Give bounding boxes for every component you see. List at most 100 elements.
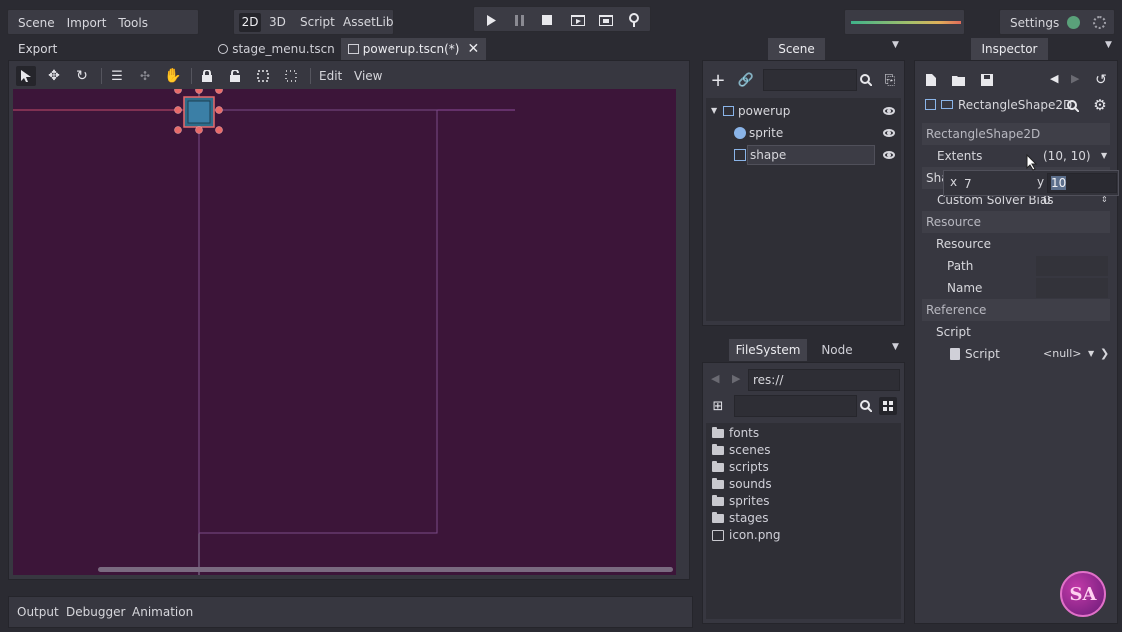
mode-2d-button[interactable]: 2D xyxy=(239,13,261,32)
extents-value[interactable]: (10, 10) xyxy=(1043,145,1091,167)
scene-filter-input[interactable] xyxy=(763,69,857,91)
file-item-stages[interactable]: stages xyxy=(706,510,901,527)
grid-view-icon[interactable] xyxy=(879,397,897,415)
unlock-icon[interactable] xyxy=(226,67,244,85)
audio-meter-bar xyxy=(851,21,961,24)
pan-mode-icon[interactable]: ✋ xyxy=(164,67,182,85)
menu-export[interactable]: Export xyxy=(12,36,63,62)
edit-menu[interactable]: Edit xyxy=(319,68,342,84)
back-arrow-icon[interactable]: ◀ xyxy=(711,372,719,385)
mode-assetlib-button[interactable]: AssetLib xyxy=(343,13,393,32)
stop-icon[interactable] xyxy=(538,11,556,29)
file-item-fonts[interactable]: fonts xyxy=(706,425,901,442)
chevron-down-icon[interactable]: ▼ xyxy=(1105,40,1112,50)
tab-powerup[interactable]: powerup.tscn(*) ✕ xyxy=(341,38,486,60)
move-mode-icon[interactable]: ✥ xyxy=(45,67,63,85)
search-icon[interactable] xyxy=(857,397,875,415)
file-filter-input[interactable] xyxy=(734,395,857,417)
play-icon[interactable] xyxy=(482,11,500,29)
file-item-scripts[interactable]: scripts xyxy=(706,459,901,476)
tree-item-powerup[interactable]: ▼ powerup xyxy=(706,100,901,122)
gear-icon[interactable]: ⚙ xyxy=(1091,96,1109,114)
section-reference[interactable]: Reference xyxy=(922,299,1110,321)
save-resource-icon[interactable] xyxy=(978,71,996,89)
file-item-icon-png[interactable]: icon.png xyxy=(706,527,901,544)
menu-tools[interactable]: Tools xyxy=(112,10,154,36)
visibility-icon[interactable] xyxy=(883,129,895,137)
section-rectangleshape2d[interactable]: RectangleShape2D xyxy=(922,123,1110,145)
path-value-field[interactable] xyxy=(1036,256,1108,276)
x-value-input[interactable]: 7 xyxy=(964,177,972,191)
view-menu[interactable]: View xyxy=(354,68,382,84)
visibility-icon[interactable] xyxy=(883,151,895,159)
ungroup-icon[interactable] xyxy=(282,67,300,85)
object-history-icon[interactable]: ↺ xyxy=(1092,71,1110,89)
visibility-icon[interactable] xyxy=(883,107,895,115)
tree-item-shape[interactable]: shape xyxy=(706,144,901,166)
history-forward-icon[interactable]: ▶ xyxy=(1071,72,1079,85)
file-item-sounds[interactable]: sounds xyxy=(706,476,901,493)
audio-meter xyxy=(844,9,965,35)
output-tab[interactable]: Output xyxy=(17,605,59,619)
pause-icon[interactable] xyxy=(510,11,528,29)
close-icon[interactable]: ✕ xyxy=(467,41,479,57)
file-item-scenes[interactable]: scenes xyxy=(706,442,901,459)
play-scene-icon[interactable] xyxy=(569,11,587,29)
tree-item-sprite[interactable]: sprite xyxy=(706,122,901,144)
collapse-arrow-icon[interactable]: ▼ xyxy=(711,100,717,122)
tab-filesystem[interactable]: FileSystem xyxy=(729,339,807,361)
property-path[interactable]: Path xyxy=(922,255,1110,277)
file-item-label: sounds xyxy=(729,477,772,491)
circle-icon xyxy=(218,44,229,54)
file-item-sprites[interactable]: sprites xyxy=(706,493,901,510)
lock-icon[interactable] xyxy=(198,67,216,85)
chevron-down-icon[interactable]: ▼ xyxy=(892,342,899,352)
mode-3d-button[interactable]: 3D xyxy=(269,13,286,32)
script-value[interactable]: <null> xyxy=(1043,343,1082,365)
scene-dock: + 🔗 ⎘ ▼ powerup sprite shape xyxy=(702,60,905,326)
section-resource[interactable]: Resource xyxy=(922,211,1110,233)
menu-import[interactable]: Import xyxy=(61,10,113,36)
tab-inspector[interactable]: Inspector xyxy=(971,38,1048,60)
property-name[interactable]: Name xyxy=(922,277,1110,299)
mode-script-button[interactable]: Script xyxy=(300,13,335,32)
dropdown-arrow-icon[interactable]: ▼ xyxy=(1101,145,1107,167)
tab-stage-menu[interactable]: stage_menu.tscn xyxy=(214,38,339,60)
debugger-tab[interactable]: Debugger xyxy=(66,605,125,619)
select-mode-icon[interactable] xyxy=(16,66,36,86)
name-value-field[interactable] xyxy=(1036,278,1108,298)
horizontal-scrollbar[interactable] xyxy=(98,567,673,572)
property-script[interactable]: Script <null> ▼ ❯ xyxy=(922,343,1110,365)
group-icon[interactable] xyxy=(254,67,272,85)
rotate-mode-icon[interactable]: ↻ xyxy=(73,67,91,85)
link-icon[interactable]: 🔗 xyxy=(737,71,755,89)
tree-view-icon[interactable]: ⊞ xyxy=(709,397,727,415)
load-resource-icon[interactable] xyxy=(950,71,968,89)
settings-button[interactable]: Settings xyxy=(1010,14,1059,32)
y-value-input[interactable]: 10 xyxy=(1047,173,1117,193)
search-icon[interactable] xyxy=(1064,97,1082,115)
history-back-icon[interactable]: ◀ xyxy=(1050,72,1058,85)
tab-scene[interactable]: Scene xyxy=(768,38,825,60)
forward-arrow-icon[interactable]: ▶ xyxy=(732,372,740,385)
pivot-icon[interactable]: ✣ xyxy=(136,67,154,85)
new-resource-icon[interactable] xyxy=(922,71,940,89)
instance-scene-icon[interactable]: ⎘ xyxy=(881,71,899,89)
debug-options-icon[interactable] xyxy=(625,11,643,29)
play-custom-scene-icon[interactable] xyxy=(597,11,615,29)
viewport-canvas[interactable] xyxy=(13,89,676,575)
bottom-panel: Output Debugger Animation xyxy=(8,596,693,628)
chevron-down-icon[interactable]: ▼ xyxy=(892,40,899,50)
animation-tab[interactable]: Animation xyxy=(132,605,193,619)
search-icon[interactable] xyxy=(857,71,875,89)
path-field[interactable]: res:// xyxy=(748,369,900,391)
chevron-right-icon[interactable]: ❯ xyxy=(1100,343,1109,365)
property-extents[interactable]: Extents (10, 10) ▼ xyxy=(922,145,1110,167)
list-select-icon[interactable]: ☰ xyxy=(108,67,126,85)
tab-node[interactable]: Node xyxy=(812,339,862,361)
dropdown-arrow-icon[interactable]: ▼ xyxy=(1088,343,1094,365)
menu-scene[interactable]: Scene xyxy=(12,10,61,36)
checkbox-icon[interactable] xyxy=(925,99,936,110)
file-item-label: sprites xyxy=(729,494,770,508)
add-node-icon[interactable]: + xyxy=(709,70,727,91)
